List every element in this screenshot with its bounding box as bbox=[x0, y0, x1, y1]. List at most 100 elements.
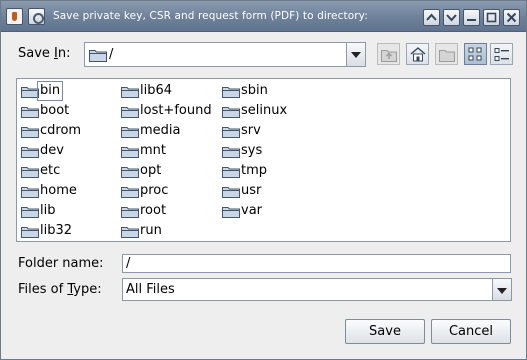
folder-icon bbox=[21, 187, 39, 198]
list-item[interactable]: lib32 bbox=[19, 222, 115, 240]
list-item[interactable]: srv bbox=[220, 122, 310, 140]
save-in-value: / bbox=[109, 47, 114, 62]
maximize-button[interactable] bbox=[483, 9, 500, 26]
folder-icon bbox=[121, 107, 139, 118]
file-name: proc bbox=[140, 183, 169, 198]
file-name: srv bbox=[241, 123, 261, 138]
file-chooser-dialog: Save private key, CSR and request form (… bbox=[0, 0, 527, 360]
save-in-label: Save In: bbox=[18, 46, 71, 61]
list-item[interactable]: proc bbox=[119, 182, 219, 200]
folder-icon bbox=[21, 207, 39, 218]
file-name: tmp bbox=[241, 163, 268, 178]
list-item[interactable]: opt bbox=[119, 162, 219, 180]
folder-icon bbox=[222, 147, 240, 158]
file-name: media bbox=[140, 123, 181, 138]
folder-icon bbox=[21, 107, 39, 118]
list-item[interactable]: sbin bbox=[220, 82, 310, 100]
file-name: run bbox=[140, 223, 162, 238]
file-name: usr bbox=[241, 183, 262, 198]
folder-icon bbox=[21, 227, 39, 238]
file-name: opt bbox=[140, 163, 162, 178]
folder-icon bbox=[222, 107, 240, 118]
list-item[interactable]: lost+found bbox=[119, 102, 219, 120]
file-name: home bbox=[40, 183, 77, 198]
details-view-button[interactable] bbox=[490, 43, 513, 65]
list-item[interactable]: lib64 bbox=[119, 82, 219, 100]
list-item[interactable]: mnt bbox=[119, 142, 219, 160]
file-name: boot bbox=[40, 103, 70, 118]
combo-dropdown-arrow[interactable] bbox=[346, 43, 365, 66]
folder-name-input[interactable]: / bbox=[122, 254, 511, 273]
list-item[interactable]: boot bbox=[19, 102, 115, 120]
cancel-button[interactable]: Cancel bbox=[431, 319, 511, 344]
files-of-type-label: Files of Type: bbox=[18, 282, 102, 297]
shade-up-button[interactable] bbox=[423, 9, 440, 26]
folder-icon bbox=[121, 207, 139, 218]
file-name: lib bbox=[40, 203, 56, 218]
minimize-icon bbox=[467, 19, 476, 21]
window-menu-button[interactable] bbox=[28, 8, 45, 25]
up-one-level-button[interactable] bbox=[377, 43, 400, 65]
file-name: var bbox=[241, 203, 263, 218]
save-in-combobox[interactable]: / bbox=[84, 42, 366, 67]
details-view-icon bbox=[494, 48, 509, 61]
combo-dropdown-arrow[interactable] bbox=[492, 279, 511, 300]
list-item[interactable]: media bbox=[119, 122, 219, 140]
new-folder-button[interactable] bbox=[435, 43, 458, 65]
shade-down-button[interactable] bbox=[443, 9, 460, 26]
list-item[interactable]: usr bbox=[220, 182, 310, 200]
file-name: bin bbox=[36, 81, 64, 101]
list-item[interactable]: run bbox=[119, 222, 219, 240]
close-icon bbox=[506, 12, 517, 23]
save-button[interactable]: Save bbox=[345, 319, 425, 344]
list-item[interactable]: home bbox=[19, 182, 115, 200]
folder-icon bbox=[222, 127, 240, 138]
file-list[interactable]: bin boot cdrom dev etc home lib lib32 li… bbox=[16, 78, 511, 242]
file-name: dev bbox=[40, 143, 64, 158]
file-name: mnt bbox=[140, 143, 166, 158]
folder-icon bbox=[21, 87, 39, 98]
file-name: sys bbox=[241, 143, 263, 158]
list-item[interactable]: bin bbox=[19, 81, 115, 101]
file-name: etc bbox=[40, 163, 61, 178]
folder-name-label: Folder name: bbox=[18, 256, 104, 271]
folder-icon bbox=[222, 87, 240, 98]
file-name: sbin bbox=[241, 83, 268, 98]
title-bar[interactable]: Save private key, CSR and request form (… bbox=[1, 1, 526, 32]
list-item[interactable]: dev bbox=[19, 142, 115, 160]
folder-icon bbox=[121, 167, 139, 178]
folder-icon bbox=[121, 227, 139, 238]
folder-icon bbox=[121, 127, 139, 138]
list-item[interactable]: etc bbox=[19, 162, 115, 180]
maximize-icon bbox=[486, 12, 497, 23]
files-of-type-value: All Files bbox=[126, 282, 175, 297]
list-item[interactable]: lib bbox=[19, 202, 115, 220]
up-one-level-icon bbox=[381, 50, 397, 62]
list-view-button[interactable] bbox=[464, 43, 487, 65]
file-name: lib32 bbox=[40, 223, 73, 238]
close-button[interactable] bbox=[503, 9, 520, 26]
file-name: lib64 bbox=[140, 83, 173, 98]
window-title: Save private key, CSR and request form (… bbox=[53, 10, 368, 22]
folder-icon bbox=[21, 127, 39, 138]
list-item[interactable]: sys bbox=[220, 142, 310, 160]
java-app-icon bbox=[6, 8, 23, 25]
folder-icon bbox=[222, 167, 240, 178]
list-item[interactable]: cdrom bbox=[19, 122, 115, 140]
folder-icon bbox=[222, 207, 240, 218]
list-item[interactable]: tmp bbox=[220, 162, 310, 180]
list-view-icon bbox=[468, 47, 482, 61]
folder-icon bbox=[89, 50, 107, 62]
file-name: lost+found bbox=[140, 103, 212, 118]
chevron-down-icon bbox=[446, 14, 457, 22]
list-item[interactable]: var bbox=[220, 202, 310, 220]
folder-icon bbox=[121, 187, 139, 198]
home-button[interactable] bbox=[406, 43, 429, 65]
file-name: selinux bbox=[241, 103, 288, 118]
files-of-type-combobox[interactable]: All Files bbox=[122, 278, 512, 301]
minimize-button[interactable] bbox=[463, 9, 480, 26]
home-icon bbox=[410, 47, 426, 62]
folder-icon bbox=[222, 187, 240, 198]
list-item[interactable]: selinux bbox=[220, 102, 310, 120]
list-item[interactable]: root bbox=[119, 202, 219, 220]
